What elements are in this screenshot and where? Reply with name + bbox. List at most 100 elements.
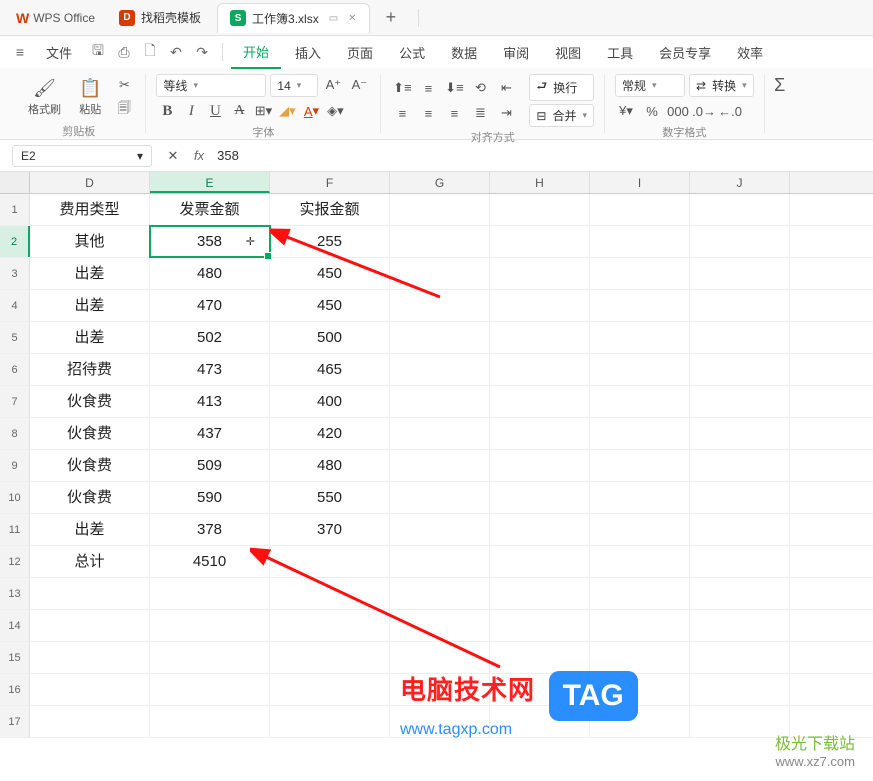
cell-I9[interactable] [590,450,690,481]
number-format-select[interactable]: 常规▾ [615,74,685,97]
tab-templates[interactable]: D 找稻壳模板 [107,3,213,32]
cell-D8[interactable]: 伙食费 [30,418,150,449]
col-header-H[interactable]: H [490,172,590,193]
cell-E12[interactable]: 4510 [150,546,270,577]
cut-icon[interactable]: ✂ [113,74,135,96]
menu-review[interactable]: 审阅 [491,37,541,68]
comma-icon[interactable]: 000 [667,100,689,122]
cell-J12[interactable] [690,546,790,577]
cell-J11[interactable] [690,514,790,545]
row-header[interactable]: 12 [0,546,30,577]
cell-I3[interactable] [590,258,690,289]
menu-view[interactable]: 视图 [543,37,593,68]
cell-D16[interactable] [30,674,150,705]
cell-I6[interactable] [590,354,690,385]
cell-F6[interactable]: 465 [270,354,390,385]
cell-J14[interactable] [690,610,790,641]
cell-E5[interactable]: 502 [150,322,270,353]
cell-D13[interactable] [30,578,150,609]
cell-G15[interactable] [390,642,490,673]
cell-H14[interactable] [490,610,590,641]
menu-start[interactable]: 开始 [231,36,281,69]
name-box[interactable]: E2 ▾ [12,145,152,167]
font-size-select[interactable]: 14▾ [270,74,318,97]
align-middle-icon[interactable]: ≡ [417,77,439,99]
cell-F9[interactable]: 480 [270,450,390,481]
cell-H6[interactable] [490,354,590,385]
cell-E13[interactable] [150,578,270,609]
cell-I12[interactable] [590,546,690,577]
cell-F8[interactable]: 420 [270,418,390,449]
menu-insert[interactable]: 插入 [283,37,333,68]
cell-I7[interactable] [590,386,690,417]
col-header-G[interactable]: G [390,172,490,193]
cell-H10[interactable] [490,482,590,513]
cell-J15[interactable] [690,642,790,673]
cell-F3[interactable]: 450 [270,258,390,289]
menu-file[interactable]: 文件 [34,37,84,68]
italic-button[interactable]: I [180,100,202,122]
cell-E2[interactable]: 358✛ [150,226,270,257]
cell-G3[interactable] [390,258,490,289]
cell-G1[interactable] [390,194,490,225]
cell-F17[interactable] [270,706,390,737]
cell-J4[interactable] [690,290,790,321]
cell-H7[interactable] [490,386,590,417]
cell-G14[interactable] [390,610,490,641]
cell-E7[interactable]: 413 [150,386,270,417]
cell-F14[interactable] [270,610,390,641]
cell-E15[interactable] [150,642,270,673]
cell-E6[interactable]: 473 [150,354,270,385]
cell-H12[interactable] [490,546,590,577]
align-center-icon[interactable]: ≡ [417,102,439,124]
cell-F10[interactable]: 550 [270,482,390,513]
col-header-E[interactable]: E [150,172,270,193]
cell-D2[interactable]: 其他 [30,226,150,257]
cell-E17[interactable] [150,706,270,737]
col-header-J[interactable]: J [690,172,790,193]
cell-G2[interactable] [390,226,490,257]
row-header[interactable]: 4 [0,290,30,321]
orientation-icon[interactable]: ⟲ [469,77,491,99]
cell-I8[interactable] [590,418,690,449]
row-header[interactable]: 11 [0,514,30,545]
cell-J5[interactable] [690,322,790,353]
wrap-button[interactable]: ⮐ 换行 [529,74,594,101]
convert-button[interactable]: ⇄ 转换▾ [689,74,754,97]
indent-inc-icon[interactable]: ⇥ [495,102,517,124]
cell-H2[interactable] [490,226,590,257]
copy-icon[interactable]: 🗐 [113,99,135,121]
row-header[interactable]: 3 [0,258,30,289]
cell-H1[interactable] [490,194,590,225]
fill-color-button[interactable]: ◢▾ [276,100,298,122]
merge-button[interactable]: ⊟ 合并▾ [529,104,594,127]
underline-button[interactable]: U [204,100,226,122]
save-icon[interactable]: 🖫 [86,40,110,64]
cell-J10[interactable] [690,482,790,513]
close-icon[interactable]: ✕ [348,13,356,24]
row-header[interactable]: 8 [0,418,30,449]
cell-G4[interactable] [390,290,490,321]
cell-J2[interactable] [690,226,790,257]
decrease-font-icon[interactable]: A⁻ [348,74,370,96]
cell-H13[interactable] [490,578,590,609]
cell-F5[interactable]: 500 [270,322,390,353]
row-header[interactable]: 13 [0,578,30,609]
redo-icon[interactable]: ↷ [190,40,214,64]
cell-I1[interactable] [590,194,690,225]
row-header[interactable]: 6 [0,354,30,385]
cell-G6[interactable] [390,354,490,385]
cell-G11[interactable] [390,514,490,545]
cell-J8[interactable] [690,418,790,449]
font-family-select[interactable]: 等线▾ [156,74,266,97]
preview-icon[interactable]: 🗋 [138,40,162,64]
cancel-icon[interactable]: ✕ [162,145,184,167]
print-icon[interactable]: ⎙ [112,40,136,64]
cell-F16[interactable] [270,674,390,705]
col-header-F[interactable]: F [270,172,390,193]
cell-I5[interactable] [590,322,690,353]
cell-D17[interactable] [30,706,150,737]
bold-button[interactable]: B [156,100,178,122]
row-header[interactable]: 14 [0,610,30,641]
row-header[interactable]: 1 [0,194,30,225]
